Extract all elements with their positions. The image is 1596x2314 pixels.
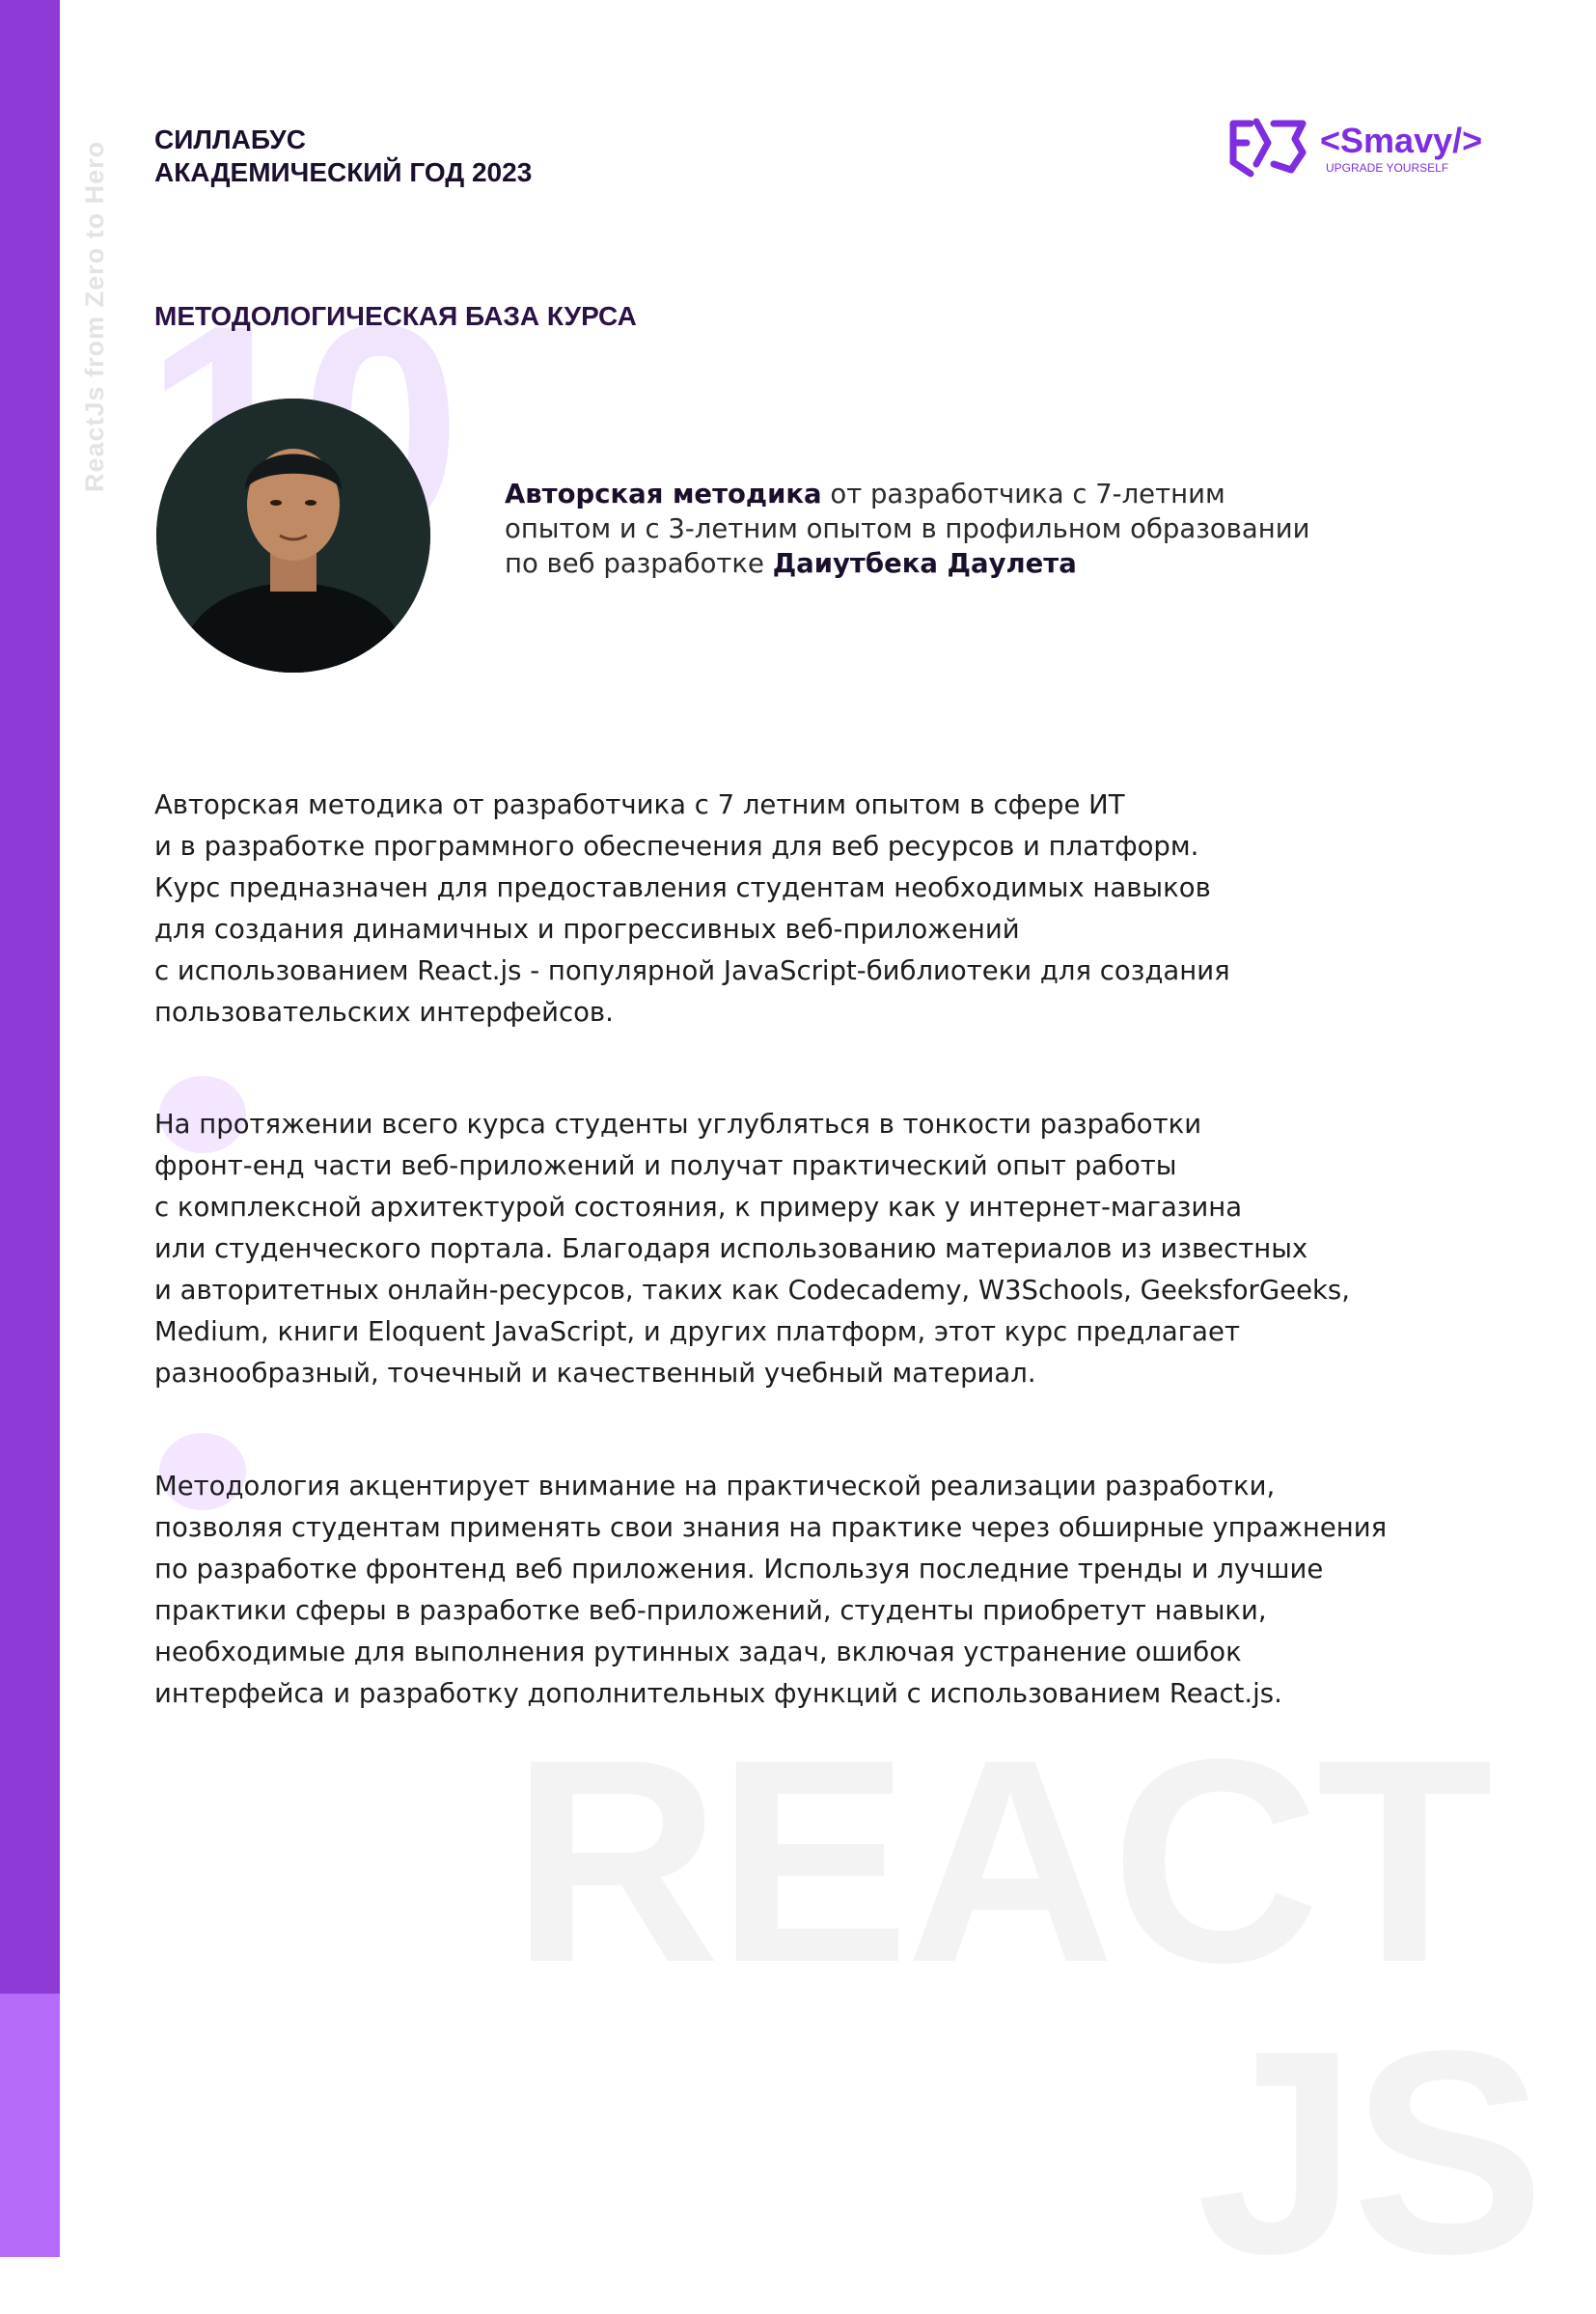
paragraph-line: разнообразный, точечный и качественный у… [154, 1358, 1036, 1389]
paragraph-line: фронт-енд части веб-приложений и получат… [154, 1150, 1177, 1181]
sidebar-vertical-text: ReactJs from Zero to Hero [80, 140, 109, 492]
title-line-2: АКАДЕМИЧЕСКИЙ ГОД 2023 [154, 157, 533, 187]
paragraph-line: для создания динамичных и прогрессивных … [154, 914, 1020, 945]
author-description: Авторская методика от разработчика с 7-л… [505, 477, 1373, 581]
author-text-1: от разработчика с 7-летним [821, 479, 1225, 510]
author-text-2: опытом и с 3-летним опытом в профильном … [505, 513, 1310, 544]
paragraph-line: или студенческого портала. Благодаря исп… [154, 1233, 1308, 1264]
paragraph-line: необходимые для выполнения рутинных зада… [154, 1637, 1242, 1667]
author-name: Даиутбека Даулета [772, 548, 1077, 579]
paragraph-line: и в разработке программного обеспечения … [154, 831, 1199, 862]
paragraph-3: Методология акцентирует внимание на прак… [154, 1466, 1447, 1715]
logo-tagline-text: UPGRADE YOURSELF [1326, 161, 1448, 175]
author-avatar [156, 399, 430, 673]
paragraph-line: Medium, книги Eloquent JavaScript, и дру… [154, 1316, 1240, 1347]
paragraph-line: На протяжении всего курса студенты углуб… [154, 1109, 1202, 1140]
document-title: СИЛЛАБУС АКАДЕМИЧЕСКИЙ ГОД 2023 [154, 124, 532, 189]
paragraph-line: практики сферы в разработке веб-приложен… [154, 1595, 1267, 1626]
author-text-3: по веб разработке [505, 548, 773, 579]
paragraph-line: пользовательских интерфейсов. [154, 997, 614, 1028]
paragraph-line: и авторитетных онлайн-ресурсов, таких ка… [154, 1275, 1351, 1306]
sidebar-accent-bar [0, 0, 60, 1994]
watermark-js: JS [1197, 1990, 1545, 2314]
paragraph-line: интерфейса и разработку дополнительных ф… [154, 1678, 1282, 1709]
sidebar-accent-bar-bottom [0, 1994, 60, 2257]
author-method-bold: Авторская методика [505, 479, 822, 510]
title-line-1: СИЛЛАБУС [154, 124, 306, 154]
smavy-logo: <Smavy/> UPGRADE YOURSELF [1229, 118, 1482, 178]
logo-mark-icon [1229, 118, 1307, 178]
paragraph-line: Авторская методика от разработчика с 7 л… [154, 789, 1125, 820]
paragraph-line: Курс предназначен для предоставления сту… [154, 872, 1211, 903]
watermark-react: REACT [511, 1698, 1493, 2023]
logo-brand-text: <Smavy/> [1320, 121, 1482, 160]
paragraph-2: На протяжении всего курса студенты углуб… [154, 1104, 1447, 1394]
paragraph-line: с комплексной архитектурой состояния, к … [154, 1192, 1243, 1223]
paragraph-line: по разработке фронтенд веб приложения. И… [154, 1554, 1324, 1584]
section-title: МЕТОДОЛОГИЧЕСКАЯ БАЗА КУРСА [154, 301, 637, 331]
paragraph-1: Авторская методика от разработчика с 7 л… [154, 785, 1447, 1033]
paragraph-line: Методология акцентирует внимание на прак… [154, 1471, 1276, 1501]
paragraph-line: с использованием React.js - популярной J… [154, 955, 1230, 986]
paragraph-line: позволяя студентам применять свои знания… [154, 1512, 1388, 1543]
